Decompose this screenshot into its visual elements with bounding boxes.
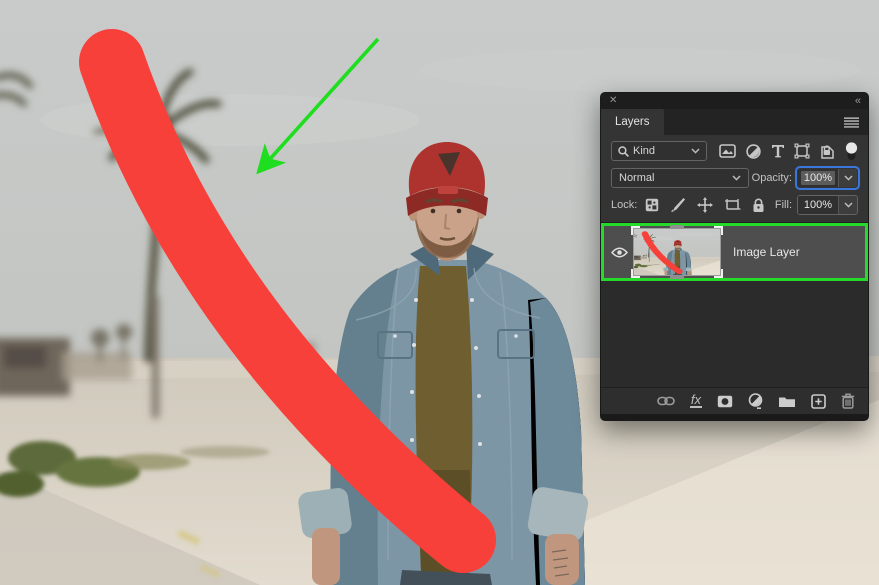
hamburger-menu-icon bbox=[844, 116, 859, 128]
tab-layers[interactable]: Layers bbox=[601, 109, 664, 135]
close-icon[interactable]: ✕ bbox=[609, 96, 617, 106]
layer-visibility-toggle[interactable] bbox=[604, 247, 634, 258]
fill-dropdown-button[interactable] bbox=[838, 196, 857, 214]
layer-thumbnail[interactable] bbox=[631, 225, 723, 279]
layer-list: Image Layer bbox=[601, 222, 868, 387]
collapse-panel-icon[interactable]: « bbox=[855, 96, 861, 107]
opacity-dropdown-button[interactable] bbox=[838, 169, 857, 187]
pixel-layer-filter-icon[interactable] bbox=[719, 144, 736, 158]
smart-object-filter-icon[interactable] bbox=[820, 143, 835, 159]
new-layer-icon bbox=[811, 393, 826, 409]
transform-handle-icon bbox=[670, 225, 684, 229]
new-group-button[interactable] bbox=[778, 395, 796, 408]
fill-control: 100% bbox=[797, 195, 858, 215]
chevron-down-icon bbox=[732, 175, 741, 181]
fill-input[interactable]: 100% bbox=[798, 196, 838, 214]
layer-row-image-layer[interactable]: Image Layer bbox=[601, 223, 868, 281]
eye-icon bbox=[610, 247, 628, 257]
panel-footer: fx bbox=[601, 387, 868, 414]
panel-controls: Kind Normal Opacity: 100% Lock: Fill: 10… bbox=[601, 135, 868, 222]
photoshop-workspace: ✕ « Layers Kind Normal Opacity: 100% Loc… bbox=[0, 0, 879, 585]
layer-name[interactable]: Image Layer bbox=[733, 245, 800, 259]
fx-icon: fx bbox=[689, 392, 702, 408]
chevron-down-icon bbox=[843, 202, 853, 208]
opacity-value: 100% bbox=[800, 171, 836, 185]
panel-titlebar: ✕ « bbox=[601, 93, 868, 109]
transform-handle-icon bbox=[714, 269, 723, 278]
lock-label: Lock: bbox=[611, 199, 638, 211]
blend-mode-select[interactable]: Normal bbox=[611, 168, 749, 188]
lock-position-icon[interactable] bbox=[697, 197, 714, 213]
new-layer-button[interactable] bbox=[811, 393, 826, 409]
opacity-label: Opacity: bbox=[751, 172, 792, 184]
chevron-down-icon bbox=[843, 175, 853, 181]
add-layer-mask-button[interactable] bbox=[717, 395, 733, 408]
search-icon bbox=[618, 145, 629, 157]
adjustment-layer-icon bbox=[748, 393, 763, 409]
lock-all-icon[interactable] bbox=[752, 198, 765, 213]
transform-handle-icon bbox=[631, 269, 640, 278]
transform-handle-icon bbox=[631, 226, 640, 235]
new-adjustment-layer-button[interactable] bbox=[748, 393, 763, 409]
opacity-control: 100% bbox=[795, 166, 860, 190]
filter-icon-group bbox=[707, 141, 858, 161]
panel-bottom-strip bbox=[601, 414, 868, 420]
transform-handle-icon bbox=[714, 226, 723, 235]
link-icon bbox=[657, 396, 675, 406]
layers-panel: ✕ « Layers Kind Normal Opacity: 100% Loc… bbox=[600, 92, 869, 421]
lock-image-pixels-icon[interactable] bbox=[670, 197, 686, 213]
trash-icon bbox=[841, 393, 855, 409]
tab-layers-label: Layers bbox=[615, 116, 650, 128]
fill-label: Fill: bbox=[774, 199, 792, 211]
panel-tabstrip: Layers bbox=[601, 109, 868, 135]
layer-style-button[interactable]: fx bbox=[689, 392, 702, 408]
opacity-input[interactable]: 100% bbox=[798, 169, 838, 187]
folder-icon bbox=[779, 397, 795, 407]
layer-mask-icon bbox=[717, 395, 733, 407]
delete-layer-button[interactable] bbox=[841, 393, 855, 409]
panel-menu-button[interactable] bbox=[835, 109, 868, 135]
lock-icon-group bbox=[645, 197, 765, 213]
link-layers-button[interactable] bbox=[657, 396, 675, 406]
shape-layer-filter-icon[interactable] bbox=[794, 143, 810, 159]
filter-toggle-icon[interactable] bbox=[845, 141, 858, 161]
type-layer-filter-icon[interactable] bbox=[771, 144, 785, 158]
fill-value: 100% bbox=[803, 199, 833, 211]
adjustment-layer-filter-icon[interactable] bbox=[746, 143, 761, 159]
lock-transparent-pixels-icon[interactable] bbox=[645, 198, 659, 212]
blend-mode-value: Normal bbox=[619, 172, 655, 184]
lock-artboard-icon[interactable] bbox=[724, 198, 741, 212]
layer-thumbnail-image bbox=[633, 228, 721, 276]
chevron-down-icon bbox=[691, 148, 700, 154]
filter-kind-select[interactable]: Kind bbox=[611, 141, 707, 161]
transform-handle-icon bbox=[670, 275, 684, 279]
filter-kind-label: Kind bbox=[633, 145, 656, 157]
